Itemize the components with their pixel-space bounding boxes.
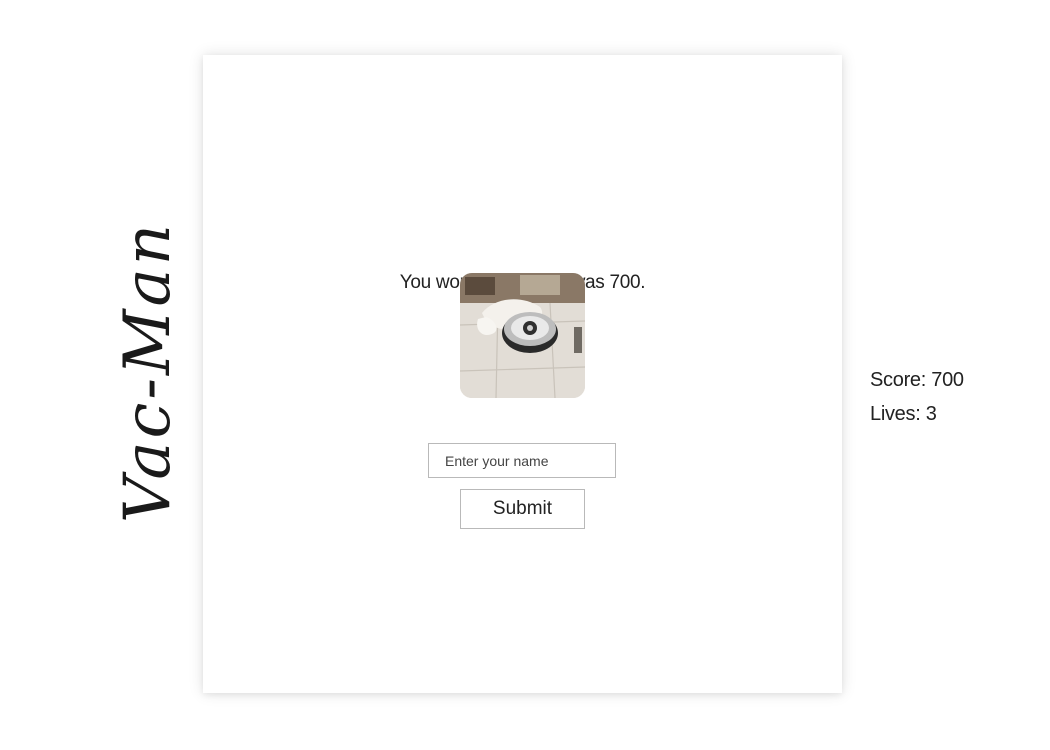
stats-panel: Score: 700 Lives: 3 [870,366,964,434]
robot-vacuum-with-dog-icon [460,273,585,398]
game-page: Vac-Man You won! Your score was 700. [0,0,1050,750]
lives-display: Lives: 3 [870,403,937,425]
name-input[interactable] [428,443,616,478]
score-display: Score: 700 [870,369,964,391]
game-board: You won! Your score was 700. [203,55,842,693]
game-title: Vac-Man [111,221,185,523]
submit-button[interactable]: Submit [460,489,585,529]
